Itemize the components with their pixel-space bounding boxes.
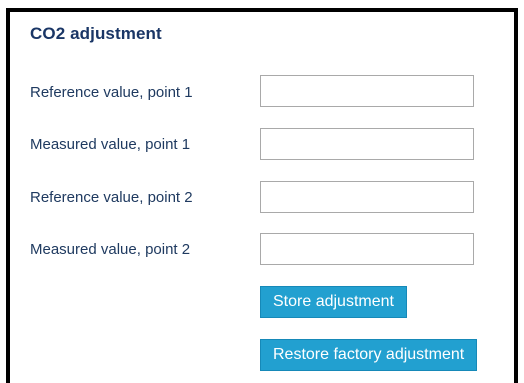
reference-value-point-1-input[interactable]: [260, 75, 474, 107]
measured-value-point-1-label: Measured value, point 1: [30, 136, 191, 153]
reference-value-point-2-input[interactable]: [260, 181, 474, 213]
restore-factory-adjustment-button[interactable]: Restore factory adjustment: [260, 339, 478, 371]
store-adjustment-button[interactable]: Store adjustment: [260, 286, 407, 318]
reference-value-point-2-label: Reference value, point 2: [30, 189, 193, 206]
measured-value-point-2-input[interactable]: [260, 233, 474, 265]
reference-value-point-1-label: Reference value, point 1: [30, 84, 193, 101]
measured-value-point-1-input[interactable]: [260, 128, 474, 160]
panel-title: CO2 adjustment: [30, 24, 162, 43]
measured-value-point-2-label: Measured value, point 2: [30, 241, 191, 258]
co2-adjustment-panel: CO2 adjustment Reference value, point 1 …: [6, 8, 518, 383]
